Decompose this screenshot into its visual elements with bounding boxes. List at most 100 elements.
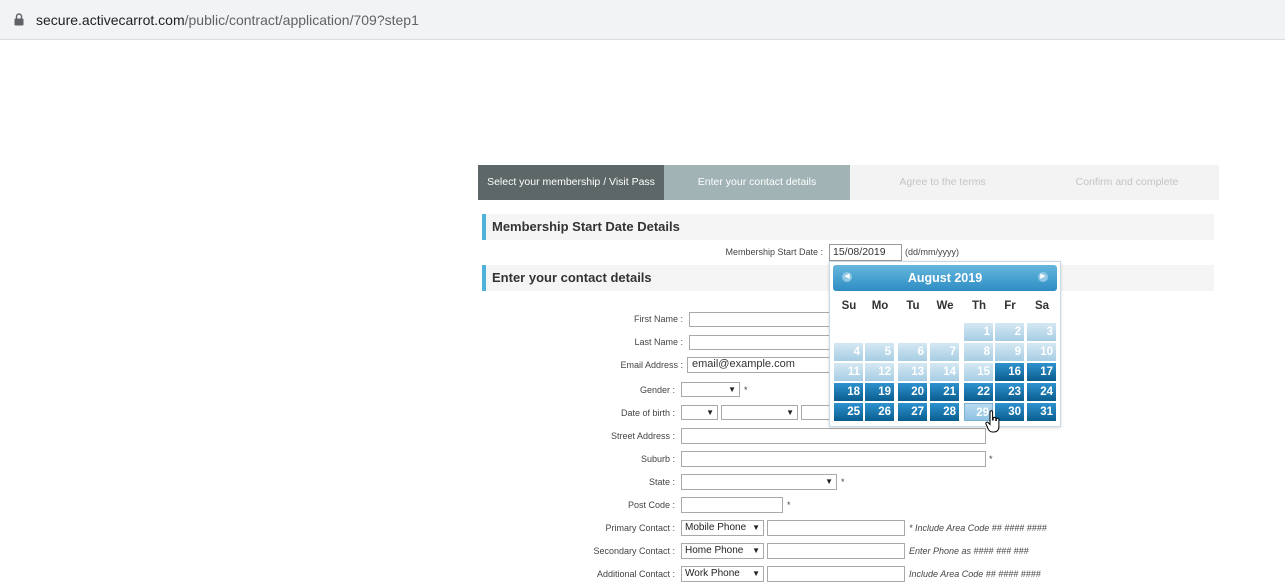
calendar-day-10: 10 bbox=[1027, 343, 1056, 361]
email-label: Email Address : bbox=[620, 360, 683, 370]
step-confirm-complete: Confirm and complete bbox=[1075, 176, 1179, 188]
weekday-header: Tu bbox=[906, 300, 920, 312]
calendar-day-28[interactable]: 28 bbox=[930, 403, 959, 421]
calendar-day-11: 11 bbox=[834, 363, 863, 381]
calendar-day-26[interactable]: 26 bbox=[865, 403, 894, 421]
secondary-contact-type-select[interactable]: Home Phone ▼ bbox=[681, 543, 764, 559]
section-start-date: Membership Start Date Details bbox=[482, 214, 1214, 240]
gender-label: Gender : bbox=[639, 385, 675, 395]
required-marker: * bbox=[787, 500, 791, 510]
weekday-header: Th bbox=[971, 300, 987, 312]
dropdown-arrow-icon: ▼ bbox=[786, 408, 794, 417]
calendar-day-14: 14 bbox=[930, 363, 959, 381]
state-select[interactable]: ▼ bbox=[681, 474, 837, 490]
step-agree-terms: Agree to the terms bbox=[899, 176, 986, 188]
step-select-membership[interactable]: Select your membership / Visit Pass bbox=[478, 165, 664, 200]
dropdown-arrow-icon: ▼ bbox=[752, 546, 760, 555]
calendar-day-12: 12 bbox=[865, 363, 894, 381]
secondary-contact-input[interactable] bbox=[767, 543, 905, 559]
street-input[interactable] bbox=[681, 428, 986, 444]
dob-day-select[interactable]: ▼ bbox=[681, 405, 718, 420]
calendar-day-7: 7 bbox=[930, 343, 959, 361]
primary-contact-hint: * Include Area Code ## #### #### bbox=[909, 523, 1047, 533]
gender-select[interactable]: ▼ bbox=[681, 382, 740, 397]
browser-address-bar[interactable]: secure.activecarrot.com/public/contract/… bbox=[0, 0, 1285, 40]
calendar-day-19[interactable]: 19 bbox=[865, 383, 894, 401]
section-title: Enter your contact details bbox=[492, 270, 652, 285]
last-name-label: Last Name : bbox=[634, 337, 683, 347]
calendar-day-22[interactable]: 22 bbox=[964, 383, 993, 401]
start-date-input[interactable]: 15/08/2019 bbox=[829, 244, 902, 261]
datepicker-popup: ◀ August 2019 ▶ Su Mo Tu We Th Fr Sa 1 2 3 4 5 6 7 8 9 1… bbox=[829, 261, 1061, 427]
dropdown-arrow-icon: ▼ bbox=[706, 408, 714, 417]
calendar-day-21[interactable]: 21 bbox=[930, 383, 959, 401]
calendar-day-20[interactable]: 20 bbox=[898, 383, 927, 401]
calendar-day-23[interactable]: 23 bbox=[995, 383, 1024, 401]
progress-steps: Select your membership / Visit Pass Ente… bbox=[478, 165, 1219, 200]
calendar-day-9: 9 bbox=[995, 343, 1024, 361]
email-input[interactable]: email@example.com bbox=[687, 357, 834, 373]
weekday-header: Sa bbox=[1034, 300, 1050, 312]
suburb-input[interactable] bbox=[681, 451, 986, 467]
secondary-contact-label: Secondary Contact : bbox=[593, 546, 675, 556]
dropdown-arrow-icon: ▼ bbox=[752, 523, 760, 532]
dropdown-arrow-icon: ▼ bbox=[825, 477, 833, 486]
calendar-day-25[interactable]: 25 bbox=[834, 403, 863, 421]
datepicker-header: ◀ August 2019 ▶ bbox=[833, 265, 1057, 291]
calendar-day-6: 6 bbox=[898, 343, 927, 361]
calendar-day-3: 3 bbox=[1027, 323, 1056, 341]
next-arrow-icon[interactable]: ▶ bbox=[1038, 272, 1048, 282]
lock-icon bbox=[14, 13, 24, 26]
calendar-day-27[interactable]: 27 bbox=[898, 403, 927, 421]
calendar-day-13: 13 bbox=[898, 363, 927, 381]
postcode-input[interactable] bbox=[681, 497, 783, 513]
dropdown-arrow-icon: ▼ bbox=[728, 385, 736, 394]
calendar-day-16[interactable]: 16 bbox=[995, 363, 1024, 381]
primary-contact-type: Mobile Phone bbox=[685, 522, 747, 533]
start-date-label: Membership Start Date : bbox=[725, 247, 823, 257]
dob-year-select[interactable] bbox=[801, 405, 831, 420]
additional-contact-type-select[interactable]: Work Phone ▼ bbox=[681, 566, 764, 582]
url-host: secure.activecarrot.com bbox=[36, 12, 185, 28]
additional-contact-hint: Include Area Code ## #### #### bbox=[909, 569, 1041, 579]
calendar-day-1: 1 bbox=[964, 323, 993, 341]
weekday-header: Fr bbox=[1004, 300, 1016, 312]
first-name-label: First Name : bbox=[633, 314, 683, 324]
weekday-header: Su bbox=[841, 300, 857, 312]
hand-cursor-icon bbox=[985, 410, 1000, 433]
required-marker: * bbox=[744, 385, 748, 395]
required-marker: * bbox=[841, 477, 845, 487]
postcode-label: Post Code : bbox=[627, 500, 675, 510]
weekday-header: Mo bbox=[871, 300, 889, 312]
secondary-contact-type: Home Phone bbox=[685, 545, 744, 556]
weekday-header: We bbox=[936, 300, 954, 312]
primary-contact-type-select[interactable]: Mobile Phone ▼ bbox=[681, 520, 764, 536]
datepicker-month-title: August 2019 bbox=[907, 271, 983, 285]
dob-month-select[interactable]: ▼ bbox=[721, 405, 798, 420]
primary-contact-label: Primary Contact : bbox=[605, 523, 675, 533]
primary-contact-input[interactable] bbox=[767, 520, 905, 536]
calendar-day-31[interactable]: 31 bbox=[1027, 403, 1056, 421]
section-title: Membership Start Date Details bbox=[492, 219, 680, 234]
calendar-day-18[interactable]: 18 bbox=[834, 383, 863, 401]
step-contact-details[interactable]: Enter your contact details bbox=[664, 165, 850, 200]
dob-label: Date of birth : bbox=[620, 408, 675, 418]
state-label: State : bbox=[648, 477, 675, 487]
calendar-day-2: 2 bbox=[995, 323, 1024, 341]
url-path: /public/contract/application/709?step1 bbox=[184, 12, 419, 28]
calendar-day-15: 15 bbox=[964, 363, 993, 381]
calendar-day-24[interactable]: 24 bbox=[1027, 383, 1056, 401]
additional-contact-input[interactable] bbox=[767, 566, 905, 582]
last-name-input[interactable] bbox=[689, 335, 834, 350]
date-format-hint: (dd/mm/yyyy) bbox=[905, 247, 959, 257]
additional-contact-label: Additional Contact : bbox=[596, 569, 675, 579]
calendar-day-4: 4 bbox=[834, 343, 863, 361]
url-text[interactable]: secure.activecarrot.com/public/contract/… bbox=[36, 12, 419, 28]
secondary-contact-hint: Enter Phone as #### ### ### bbox=[909, 546, 1029, 556]
calendar-day-17[interactable]: 17 bbox=[1027, 363, 1056, 381]
additional-contact-type: Work Phone bbox=[685, 568, 740, 579]
calendar-day-8: 8 bbox=[964, 343, 993, 361]
first-name-input[interactable] bbox=[689, 312, 834, 327]
suburb-label: Suburb : bbox=[640, 454, 675, 464]
dropdown-arrow-icon: ▼ bbox=[752, 569, 760, 578]
